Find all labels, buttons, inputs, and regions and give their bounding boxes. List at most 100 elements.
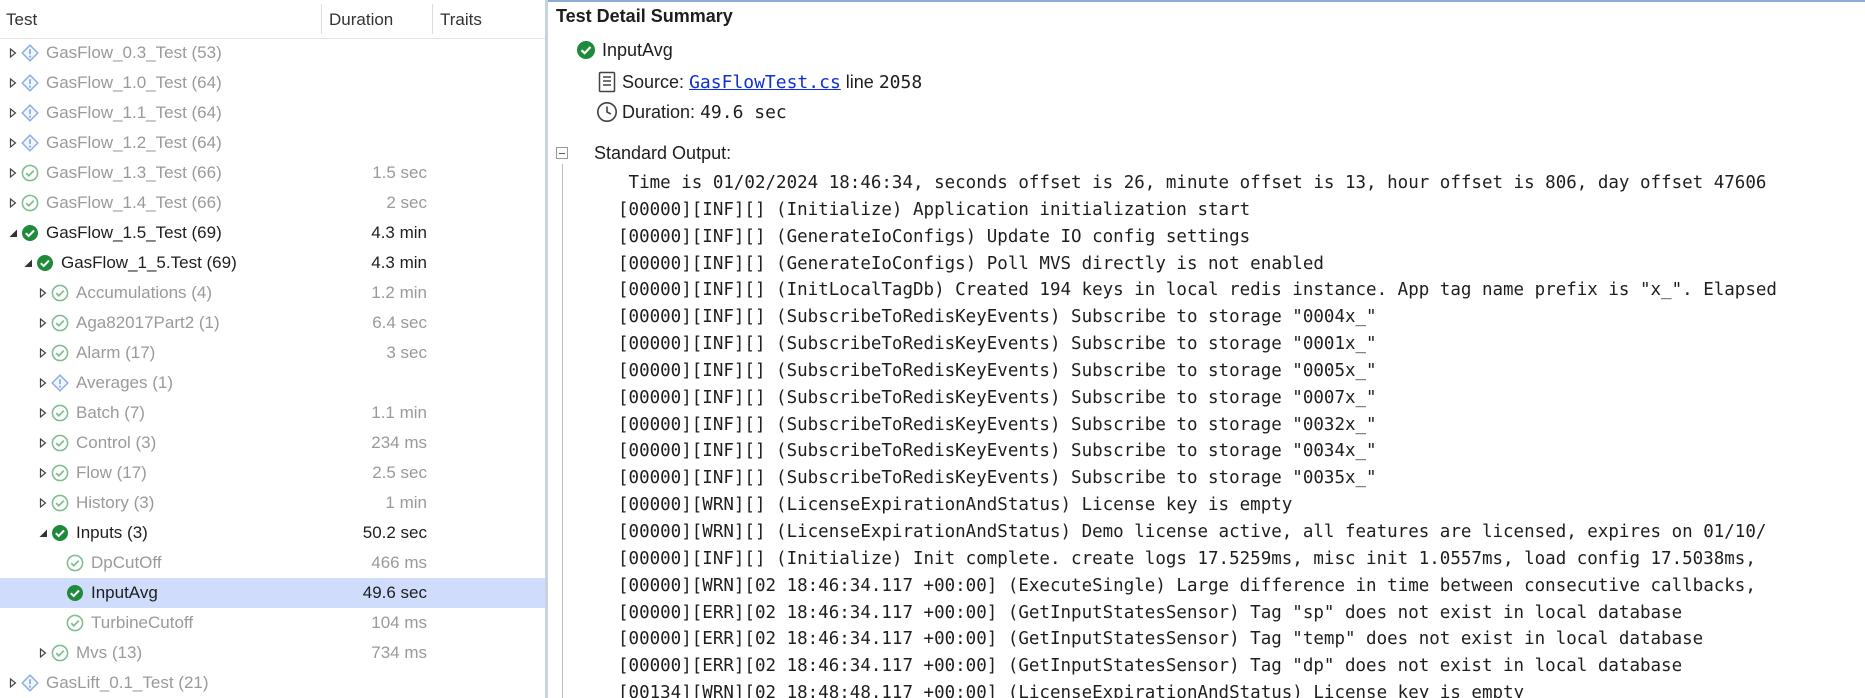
test-tree-row[interactable]: GasFlow_1_5.Test (69) 4.3 min: [0, 248, 545, 278]
column-traits[interactable]: Traits: [440, 0, 482, 38]
test-name: Batch (7): [76, 403, 145, 422]
test-name: GasFlow_1.4_Test (66): [46, 193, 222, 212]
column-separator[interactable]: [432, 4, 433, 34]
test-tree-row[interactable]: GasFlow_1.2_Test (64): [0, 128, 545, 158]
test-tree-row[interactable]: Mvs (13) 734 ms: [0, 638, 545, 668]
not-run-icon: [21, 104, 39, 122]
test-tree-row[interactable]: Batch (7) 1.1 min: [0, 398, 545, 428]
test-tree-row[interactable]: TurbineCutoff 104 ms: [0, 608, 545, 638]
passed-icon: [51, 434, 69, 452]
expand-arrow-icon[interactable]: [7, 188, 19, 218]
passed-icon: [21, 194, 39, 212]
test-name: GasFlow_1.5_Test (69): [46, 223, 222, 242]
source-file-link[interactable]: GasFlowTest.cs: [689, 72, 841, 93]
test-tree-row[interactable]: History (3) 1 min: [0, 488, 545, 518]
expand-arrow-icon[interactable]: [37, 308, 49, 338]
test-name: GasFlow_1_5.Test (69): [61, 253, 237, 272]
test-duration: 2 sec: [386, 193, 427, 212]
detail-summary-title: Test Detail Summary: [556, 6, 733, 26]
test-explorer-pane: Test Duration Traits GasFlow_0.3_Test (5…: [0, 0, 545, 698]
expand-arrow-icon[interactable]: [37, 398, 49, 428]
output-line: [00000][WRN][] (LicenseExpirationAndStat…: [618, 521, 1767, 542]
column-separator[interactable]: [321, 4, 322, 34]
collapse-arrow-icon[interactable]: [7, 218, 19, 248]
expand-arrow-icon[interactable]: [37, 338, 49, 368]
test-tree-row[interactable]: GasLift_0.1_Test (21): [0, 668, 545, 698]
expand-arrow-icon[interactable]: [37, 458, 49, 488]
test-tree-row[interactable]: Alarm (17) 3 sec: [0, 338, 545, 368]
test-tree-row[interactable]: GasFlow_0.3_Test (53): [0, 38, 545, 68]
test-duration: 104 ms: [371, 613, 427, 632]
test-tree-row[interactable]: DpCutOff 466 ms: [0, 548, 545, 578]
passed-icon: [51, 314, 69, 332]
expand-arrow-icon[interactable]: [37, 278, 49, 308]
passed-icon: [51, 644, 69, 662]
test-tree-row[interactable]: GasFlow_1.5_Test (69) 4.3 min: [0, 218, 545, 248]
expand-arrow-icon[interactable]: [7, 68, 19, 98]
output-line: [00000][INF][] (SubscribeToRedisKeyEvent…: [618, 441, 1377, 462]
output-line: [00000][INF][] (Initialize) Application …: [618, 199, 1251, 220]
output-line: [00000][INF][] (SubscribeToRedisKeyEvent…: [618, 307, 1377, 328]
expand-arrow-icon[interactable]: [37, 488, 49, 518]
expand-arrow-icon[interactable]: [7, 38, 19, 68]
expand-arrow-icon[interactable]: [37, 428, 49, 458]
standard-output-text[interactable]: Time is 01/02/2024 18:46:34, seconds off…: [618, 170, 1777, 698]
test-tree-row[interactable]: GasFlow_1.3_Test (66) 1.5 sec: [0, 158, 545, 188]
output-line: [00000][INF][] (InitLocalTagDb) Created …: [618, 280, 1777, 301]
test-tree-row[interactable]: GasFlow_1.0_Test (64): [0, 68, 545, 98]
outline-guide: [562, 164, 563, 698]
passed-icon: [51, 524, 69, 542]
test-name: GasFlow_0.3_Test (53): [46, 43, 222, 62]
test-tree-row[interactable]: Aga82017Part2 (1) 6.4 sec: [0, 308, 545, 338]
passed-icon: [21, 164, 39, 182]
column-test[interactable]: Test: [6, 0, 37, 38]
output-line: [00134][WRN][02 18:48:48.117 +00:00] (Li…: [618, 683, 1525, 698]
test-duration: 2.5 sec: [372, 463, 427, 482]
test-name: GasFlow_1.0_Test (64): [46, 73, 222, 92]
clock-icon: [596, 101, 618, 123]
test-tree-row[interactable]: Inputs (3) 50.2 sec: [0, 518, 545, 548]
output-line: [00000][INF][] (GenerateIoConfigs) Updat…: [618, 226, 1251, 247]
test-name: GasFlow_1.1_Test (64): [46, 103, 222, 122]
expand-arrow-icon[interactable]: [37, 368, 49, 398]
test-name: GasLift_0.1_Test (21): [46, 673, 209, 692]
not-run-icon: [21, 134, 39, 152]
not-run-icon: [21, 674, 39, 692]
collapse-arrow-icon[interactable]: [22, 248, 34, 278]
test-tree-row[interactable]: Control (3) 234 ms: [0, 428, 545, 458]
test-duration: 734 ms: [371, 643, 427, 662]
test-tree: GasFlow_0.3_Test (53) GasFlow_1.0_Test (6…: [0, 38, 545, 698]
test-tree-row[interactable]: GasFlow_1.4_Test (66) 2 sec: [0, 188, 545, 218]
column-duration[interactable]: Duration: [329, 0, 393, 38]
test-name: InputAvg: [91, 583, 158, 602]
test-duration: 466 ms: [371, 553, 427, 572]
passed-icon: [21, 224, 39, 242]
collapse-arrow-icon[interactable]: [37, 518, 49, 548]
output-line: [00000][ERR][02 18:46:34.117 +00:00] (Ge…: [618, 602, 1683, 623]
output-line: [00000][INF][] (SubscribeToRedisKeyEvent…: [618, 387, 1377, 408]
not-run-icon: [51, 374, 69, 392]
test-tree-row[interactable]: InputAvg 49.6 sec: [0, 578, 545, 608]
expand-arrow-icon[interactable]: [7, 668, 19, 698]
test-duration: 6.4 sec: [372, 313, 427, 332]
test-tree-row[interactable]: Averages (1): [0, 368, 545, 398]
test-duration: 50.2 sec: [362, 523, 427, 542]
expand-arrow-icon[interactable]: [7, 158, 19, 188]
test-duration: 4.3 min: [371, 223, 427, 242]
test-tree-row[interactable]: GasFlow_1.1_Test (64): [0, 98, 545, 128]
passed-icon: [51, 344, 69, 362]
detail-test-name-label: InputAvg: [602, 40, 673, 60]
test-tree-row[interactable]: Flow (17) 2.5 sec: [0, 458, 545, 488]
not-run-icon: [21, 44, 39, 62]
test-name: DpCutOff: [91, 553, 162, 572]
output-line: [00000][ERR][02 18:46:34.117 +00:00] (Ge…: [618, 656, 1683, 677]
collapse-output-toggle[interactable]: [556, 147, 568, 159]
test-tree-row[interactable]: Accumulations (4) 1.2 min: [0, 278, 545, 308]
output-line: [00000][INF][] (Initialize) Init complet…: [618, 548, 1756, 569]
test-name: History (3): [76, 493, 155, 512]
expand-arrow-icon[interactable]: [37, 638, 49, 668]
test-duration: 1.1 min: [371, 403, 427, 422]
document-icon: [596, 71, 618, 93]
expand-arrow-icon[interactable]: [7, 98, 19, 128]
expand-arrow-icon[interactable]: [7, 128, 19, 158]
